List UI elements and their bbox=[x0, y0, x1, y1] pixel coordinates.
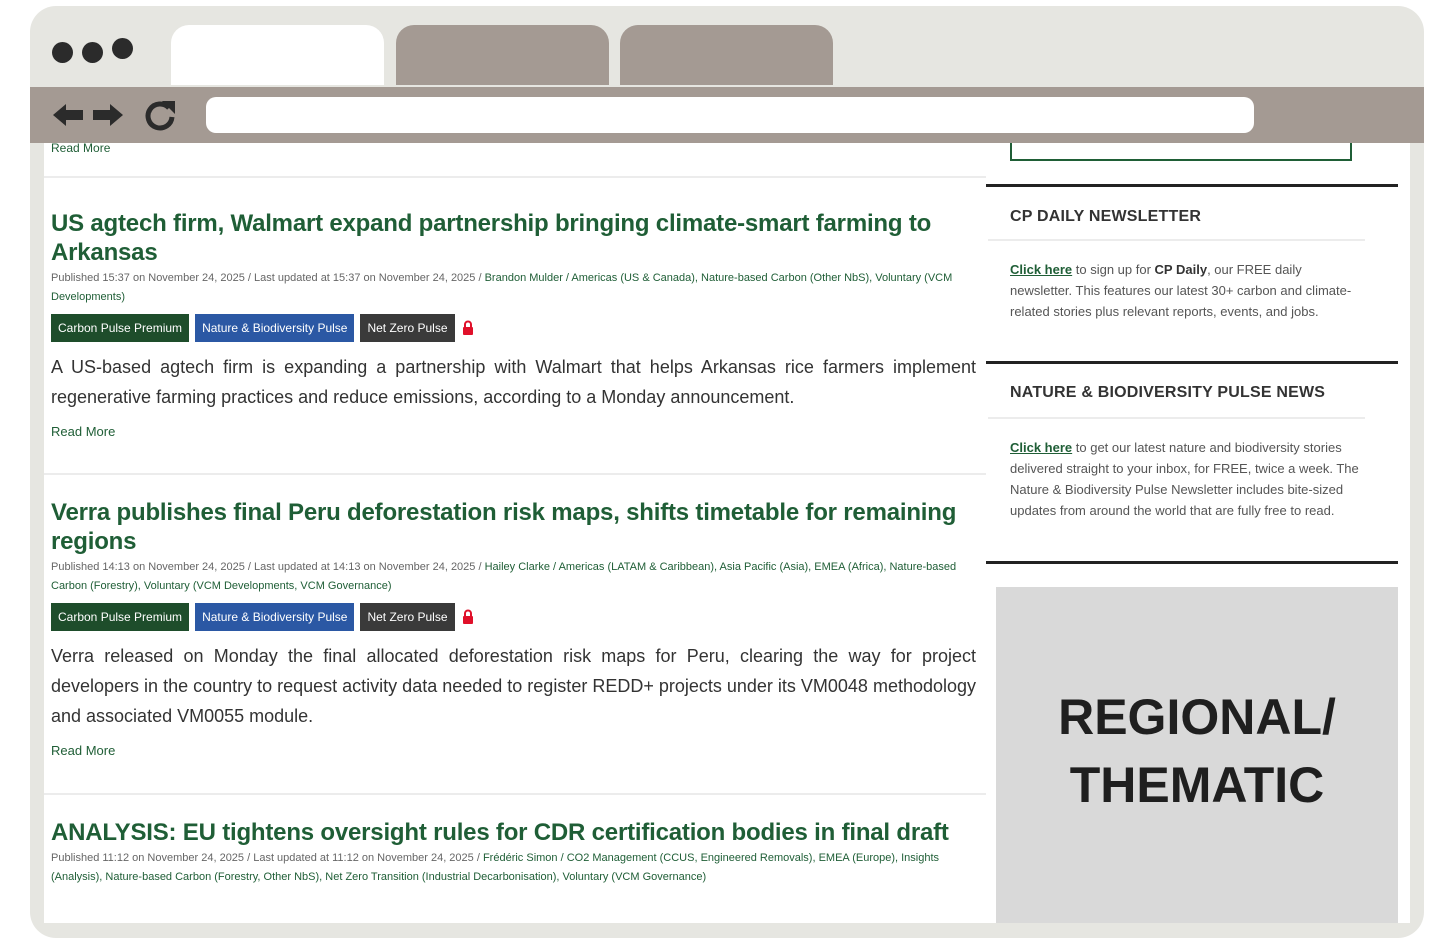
browser-toolbar bbox=[30, 87, 1424, 143]
page-viewport: Read More US agtech firm, Walmart expand… bbox=[44, 143, 1410, 923]
divider bbox=[44, 473, 986, 475]
browser-window: Read More US agtech firm, Walmart expand… bbox=[30, 6, 1424, 938]
banner-line: THEMATIC bbox=[1069, 757, 1325, 813]
tag-net-zero-pulse[interactable]: Net Zero Pulse bbox=[360, 603, 455, 631]
article-item: ANALYSIS: EU tightens oversight rules fo… bbox=[51, 818, 976, 887]
newsletter-text: Click here to sign up for CP Daily, our … bbox=[1010, 259, 1366, 322]
regional-thematic-banner[interactable]: REGIONAL/ THEMATIC bbox=[996, 587, 1398, 923]
article-item: Verra publishes final Peru deforestation… bbox=[51, 498, 976, 758]
article-title[interactable]: US agtech firm, Walmart expand partnersh… bbox=[51, 209, 976, 267]
tag-nature-biodiversity-pulse[interactable]: Nature & Biodiversity Pulse bbox=[195, 314, 355, 342]
article-meta: Published 14:13 on November 24, 2025 / L… bbox=[51, 558, 976, 596]
newsletter-copy: to sign up for bbox=[1072, 262, 1155, 277]
sidebar-rule bbox=[986, 361, 1398, 364]
article-title[interactable]: ANALYSIS: EU tightens oversight rules fo… bbox=[51, 818, 976, 847]
nature-signup-link[interactable]: Click here bbox=[1010, 440, 1072, 455]
read-more-link[interactable]: Read More bbox=[51, 424, 976, 439]
nature-news-text: Click here to get our latest nature and … bbox=[1010, 437, 1366, 521]
window-dot-icon[interactable] bbox=[52, 42, 73, 63]
article-item: US agtech firm, Walmart expand partnersh… bbox=[51, 209, 976, 439]
divider bbox=[44, 176, 986, 178]
tag-row: Carbon Pulse Premium Nature & Biodiversi… bbox=[51, 603, 976, 631]
article-summary: Verra released on Monday the final alloc… bbox=[51, 646, 977, 726]
browser-tab[interactable] bbox=[620, 25, 833, 85]
banner-line: REGIONAL/ bbox=[1058, 689, 1336, 745]
window-controls bbox=[52, 38, 133, 63]
article-meta: Published 11:12 on November 24, 2025 / L… bbox=[51, 849, 976, 887]
tag-row: Carbon Pulse Premium Nature & Biodiversi… bbox=[51, 314, 976, 342]
browser-tab-active[interactable] bbox=[171, 25, 384, 85]
window-dot-icon[interactable] bbox=[112, 38, 133, 59]
newsletter-name: CP Daily bbox=[1154, 262, 1208, 277]
article-title[interactable]: Verra publishes final Peru deforestation… bbox=[51, 498, 976, 556]
article-meta-dates: Published 11:12 on November 24, 2025 / L… bbox=[51, 852, 483, 864]
lock-icon bbox=[461, 320, 475, 336]
sidebar-box bbox=[1010, 143, 1352, 161]
article-summary: A US-based agtech firm is expanding a pa… bbox=[51, 357, 976, 407]
sidebar-rule bbox=[986, 561, 1398, 564]
article-meta-dates: Published 15:37 on November 24, 2025 / L… bbox=[51, 272, 485, 284]
reload-icon[interactable] bbox=[142, 99, 178, 131]
article-list: Read More US agtech firm, Walmart expand… bbox=[44, 143, 986, 923]
divider bbox=[44, 793, 986, 795]
back-arrow-icon[interactable] bbox=[52, 99, 84, 131]
newsletter-heading: CP DAILY NEWSLETTER bbox=[1010, 208, 1202, 225]
tag-carbon-pulse-premium[interactable]: Carbon Pulse Premium bbox=[51, 314, 190, 342]
divider bbox=[988, 417, 1365, 419]
read-more-link[interactable]: Read More bbox=[51, 743, 976, 758]
sidebar: CP DAILY NEWSLETTER Click here to sign u… bbox=[986, 143, 1410, 923]
address-bar[interactable] bbox=[206, 97, 1254, 133]
read-more-link[interactable]: Read More bbox=[51, 143, 110, 155]
divider bbox=[988, 239, 1365, 241]
banner-text: REGIONAL/ THEMATIC bbox=[1058, 683, 1336, 819]
window-dot-icon[interactable] bbox=[82, 42, 103, 63]
lock-icon bbox=[461, 609, 475, 625]
article-meta: Published 15:37 on November 24, 2025 / L… bbox=[51, 269, 976, 307]
newsletter-signup-link[interactable]: Click here bbox=[1010, 262, 1072, 277]
tag-net-zero-pulse[interactable]: Net Zero Pulse bbox=[360, 314, 455, 342]
browser-tab[interactable] bbox=[396, 25, 609, 85]
tag-carbon-pulse-premium[interactable]: Carbon Pulse Premium bbox=[51, 603, 190, 631]
forward-arrow-icon[interactable] bbox=[92, 99, 124, 131]
sidebar-rule bbox=[986, 184, 1398, 187]
tag-nature-biodiversity-pulse[interactable]: Nature & Biodiversity Pulse bbox=[195, 603, 355, 631]
nature-news-heading: NATURE & BIODIVERSITY PULSE NEWS bbox=[1010, 384, 1326, 401]
article-meta-dates: Published 14:13 on November 24, 2025 / L… bbox=[51, 561, 485, 573]
